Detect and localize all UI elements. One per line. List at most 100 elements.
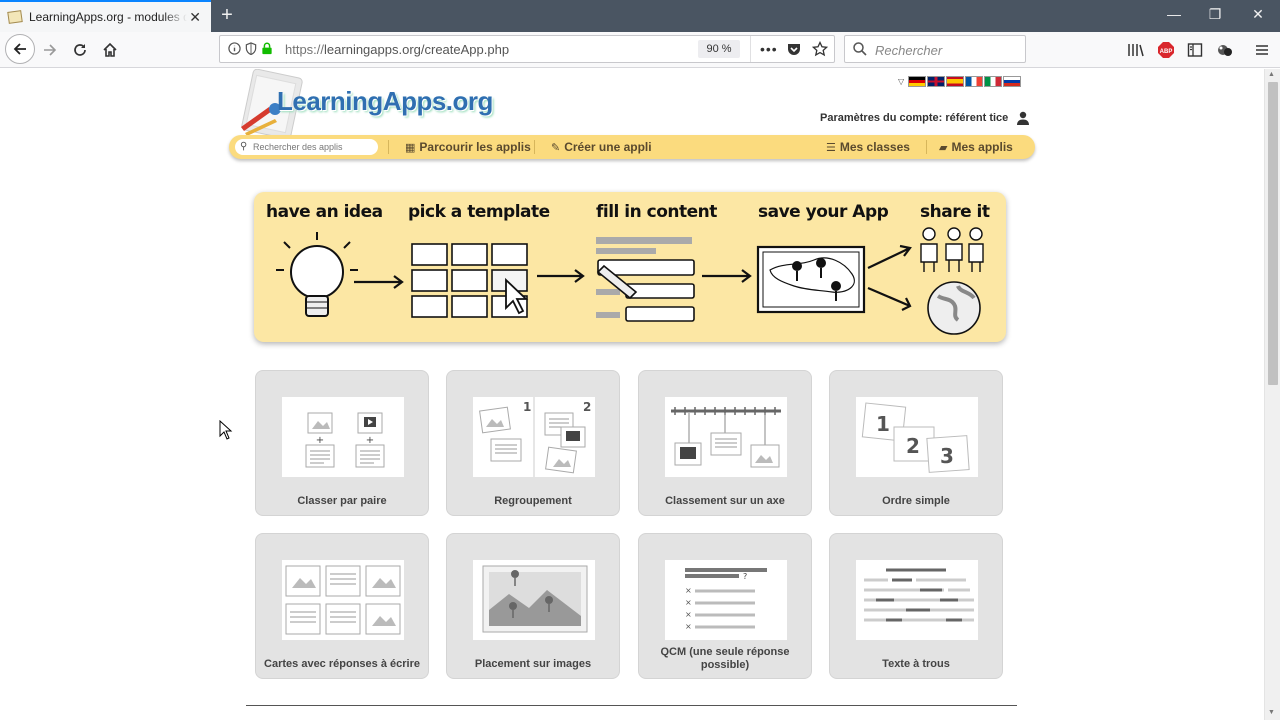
template-label: Cartes avec réponses à écrire (264, 658, 420, 670)
svg-text:×: × (685, 598, 692, 607)
hamburger-menu-icon[interactable] (1254, 42, 1270, 58)
minimize-button[interactable]: — (1164, 6, 1184, 22)
extension-icon[interactable] (1216, 42, 1234, 58)
forward-button[interactable] (36, 36, 64, 64)
dropdown-triangle-icon[interactable]: ▽ (898, 77, 904, 86)
menu-divider (388, 140, 389, 154)
browse-apps-label: Parcourir les applis (419, 140, 531, 154)
svg-text:1: 1 (876, 412, 890, 436)
grouping-icon: 1 2 (473, 397, 595, 477)
flag-fr-icon[interactable] (965, 76, 984, 87)
app-search-placeholder: Rechercher des applis (253, 142, 343, 152)
flag-ru-icon[interactable] (1003, 76, 1022, 87)
template-tile[interactable]: Classement sur un axe (638, 370, 812, 516)
template-label: Classer par paire (297, 495, 387, 507)
mouse-cursor-icon (219, 420, 233, 440)
language-selector[interactable]: ▽ (898, 76, 1022, 87)
section-divider (246, 705, 1017, 706)
reload-icon (74, 44, 86, 56)
my-classes-label: Mes classes (839, 140, 910, 154)
template-label: QCM (une seule réponse possible) (660, 646, 790, 671)
template-label: Texte à trous (882, 658, 950, 670)
site-logo[interactable]: LearningApps.org (235, 69, 500, 139)
svg-text:1: 1 (523, 400, 531, 414)
search-input[interactable]: Rechercher (875, 43, 942, 58)
flag-de-icon[interactable] (908, 76, 927, 87)
account-settings-link[interactable]: Paramètres du compte: référent tice (820, 112, 1008, 124)
image-placement-icon (473, 560, 595, 640)
flag-it-icon[interactable] (984, 76, 1003, 87)
scroll-down-icon[interactable]: ▼ (1268, 709, 1275, 716)
people-icon (920, 227, 984, 272)
tab-title: LearningApps.org - modules d (29, 10, 187, 24)
content-form-icon (596, 237, 695, 322)
scrollbar-thumb[interactable] (1268, 82, 1278, 385)
svg-text:×: × (685, 610, 692, 619)
svg-text:ABP: ABP (1160, 49, 1173, 55)
bookmark-star-icon[interactable] (812, 41, 828, 57)
template-tile[interactable]: ? × × × × QCM (une seule réponse possibl… (638, 533, 812, 679)
arrow-icon (537, 269, 585, 283)
adblock-plus-icon[interactable]: ABP (1157, 41, 1175, 59)
flag-en-icon[interactable] (927, 76, 946, 87)
template-tile[interactable]: Cartes avec réponses à écrire (255, 533, 429, 679)
url-text[interactable]: https://learningapps.org/createApp.php (285, 42, 509, 57)
share-arrows-icon (867, 244, 912, 311)
pocket-icon[interactable] (787, 42, 801, 56)
close-tab-icon[interactable]: ✕ (189, 9, 201, 26)
workflow-illustration (276, 227, 984, 335)
arrow-icon (354, 275, 404, 289)
back-button[interactable] (5, 34, 35, 64)
zoom-indicator[interactable]: 90 % (698, 40, 740, 58)
my-apps-link[interactable]: ▰ Mes applis (939, 140, 1013, 154)
search-bar[interactable]: Rechercher (844, 35, 1026, 63)
svg-text:?: ? (743, 572, 747, 581)
restore-button[interactable]: ❐ (1205, 6, 1225, 23)
library-icon[interactable] (1127, 42, 1145, 58)
lock-icon[interactable] (261, 42, 273, 55)
close-window-button[interactable]: ✕ (1248, 6, 1268, 23)
template-tile[interactable]: Texte à trous (829, 533, 1003, 679)
active-tab[interactable]: LearningApps.org - modules d ✕ (0, 0, 211, 32)
browse-apps-link[interactable]: ▦ Parcourir les applis (405, 140, 531, 154)
pair-matching-icon: + + (282, 397, 404, 477)
flag-es-icon[interactable] (946, 76, 965, 87)
home-button[interactable] (96, 36, 124, 64)
menu-divider (926, 140, 927, 154)
svg-text:3: 3 (940, 444, 954, 468)
my-classes-link[interactable]: ☰ Mes classes (826, 140, 910, 154)
info-icon[interactable] (228, 42, 241, 55)
grid-icon: ▦ (405, 142, 416, 154)
template-label: Classement sur un axe (665, 495, 785, 507)
list-icon: ☰ (826, 142, 836, 154)
navigation-toolbar: https://learningapps.org/createApp.php 9… (0, 32, 1280, 68)
workflow-banner: have an idea pick a template fill in con… (254, 192, 1006, 342)
new-tab-button[interactable]: + (216, 4, 238, 26)
app-search-input[interactable]: ⚲ Rechercher des applis (235, 139, 378, 155)
simple-order-icon: 1 2 3 (856, 397, 978, 477)
svg-text:+: + (316, 435, 324, 446)
template-tile[interactable]: 1 2 Regroupement (446, 370, 620, 516)
site-favicon-icon (7, 10, 23, 24)
user-icon[interactable] (1016, 111, 1030, 125)
svg-text:+: + (366, 435, 374, 446)
scroll-up-icon[interactable]: ▲ (1268, 71, 1275, 78)
svg-text:2: 2 (906, 434, 920, 458)
sidebar-icon[interactable] (1187, 42, 1203, 58)
web-page: LearningApps.org ▽ Paramètres du compte:… (0, 69, 1264, 720)
template-tile[interactable]: Placement sur images (446, 533, 620, 679)
template-tile[interactable]: + + Classer par paire (255, 370, 429, 516)
page-actions-icon[interactable]: ••• (760, 41, 778, 57)
single-choice-quiz-icon: ? × × × × (665, 560, 787, 640)
tab-strip: LearningApps.org - modules d ✕ + — ❐ ✕ (0, 0, 1280, 32)
svg-text:×: × (685, 622, 692, 631)
search-icon (853, 42, 867, 56)
tracking-shield-icon[interactable] (245, 42, 257, 55)
main-menu-bar: ⚲ Rechercher des applis ▦ Parcourir les a… (229, 135, 1035, 159)
create-app-link[interactable]: ✎ Créer une appli (551, 140, 652, 154)
arrow-icon (702, 269, 752, 283)
url-bar[interactable]: https://learningapps.org/createApp.php 9… (219, 35, 835, 63)
vertical-scrollbar[interactable]: ▲ ▼ (1264, 69, 1280, 720)
reload-button[interactable] (66, 36, 94, 64)
template-tile[interactable]: 1 2 3 Ordre simple (829, 370, 1003, 516)
